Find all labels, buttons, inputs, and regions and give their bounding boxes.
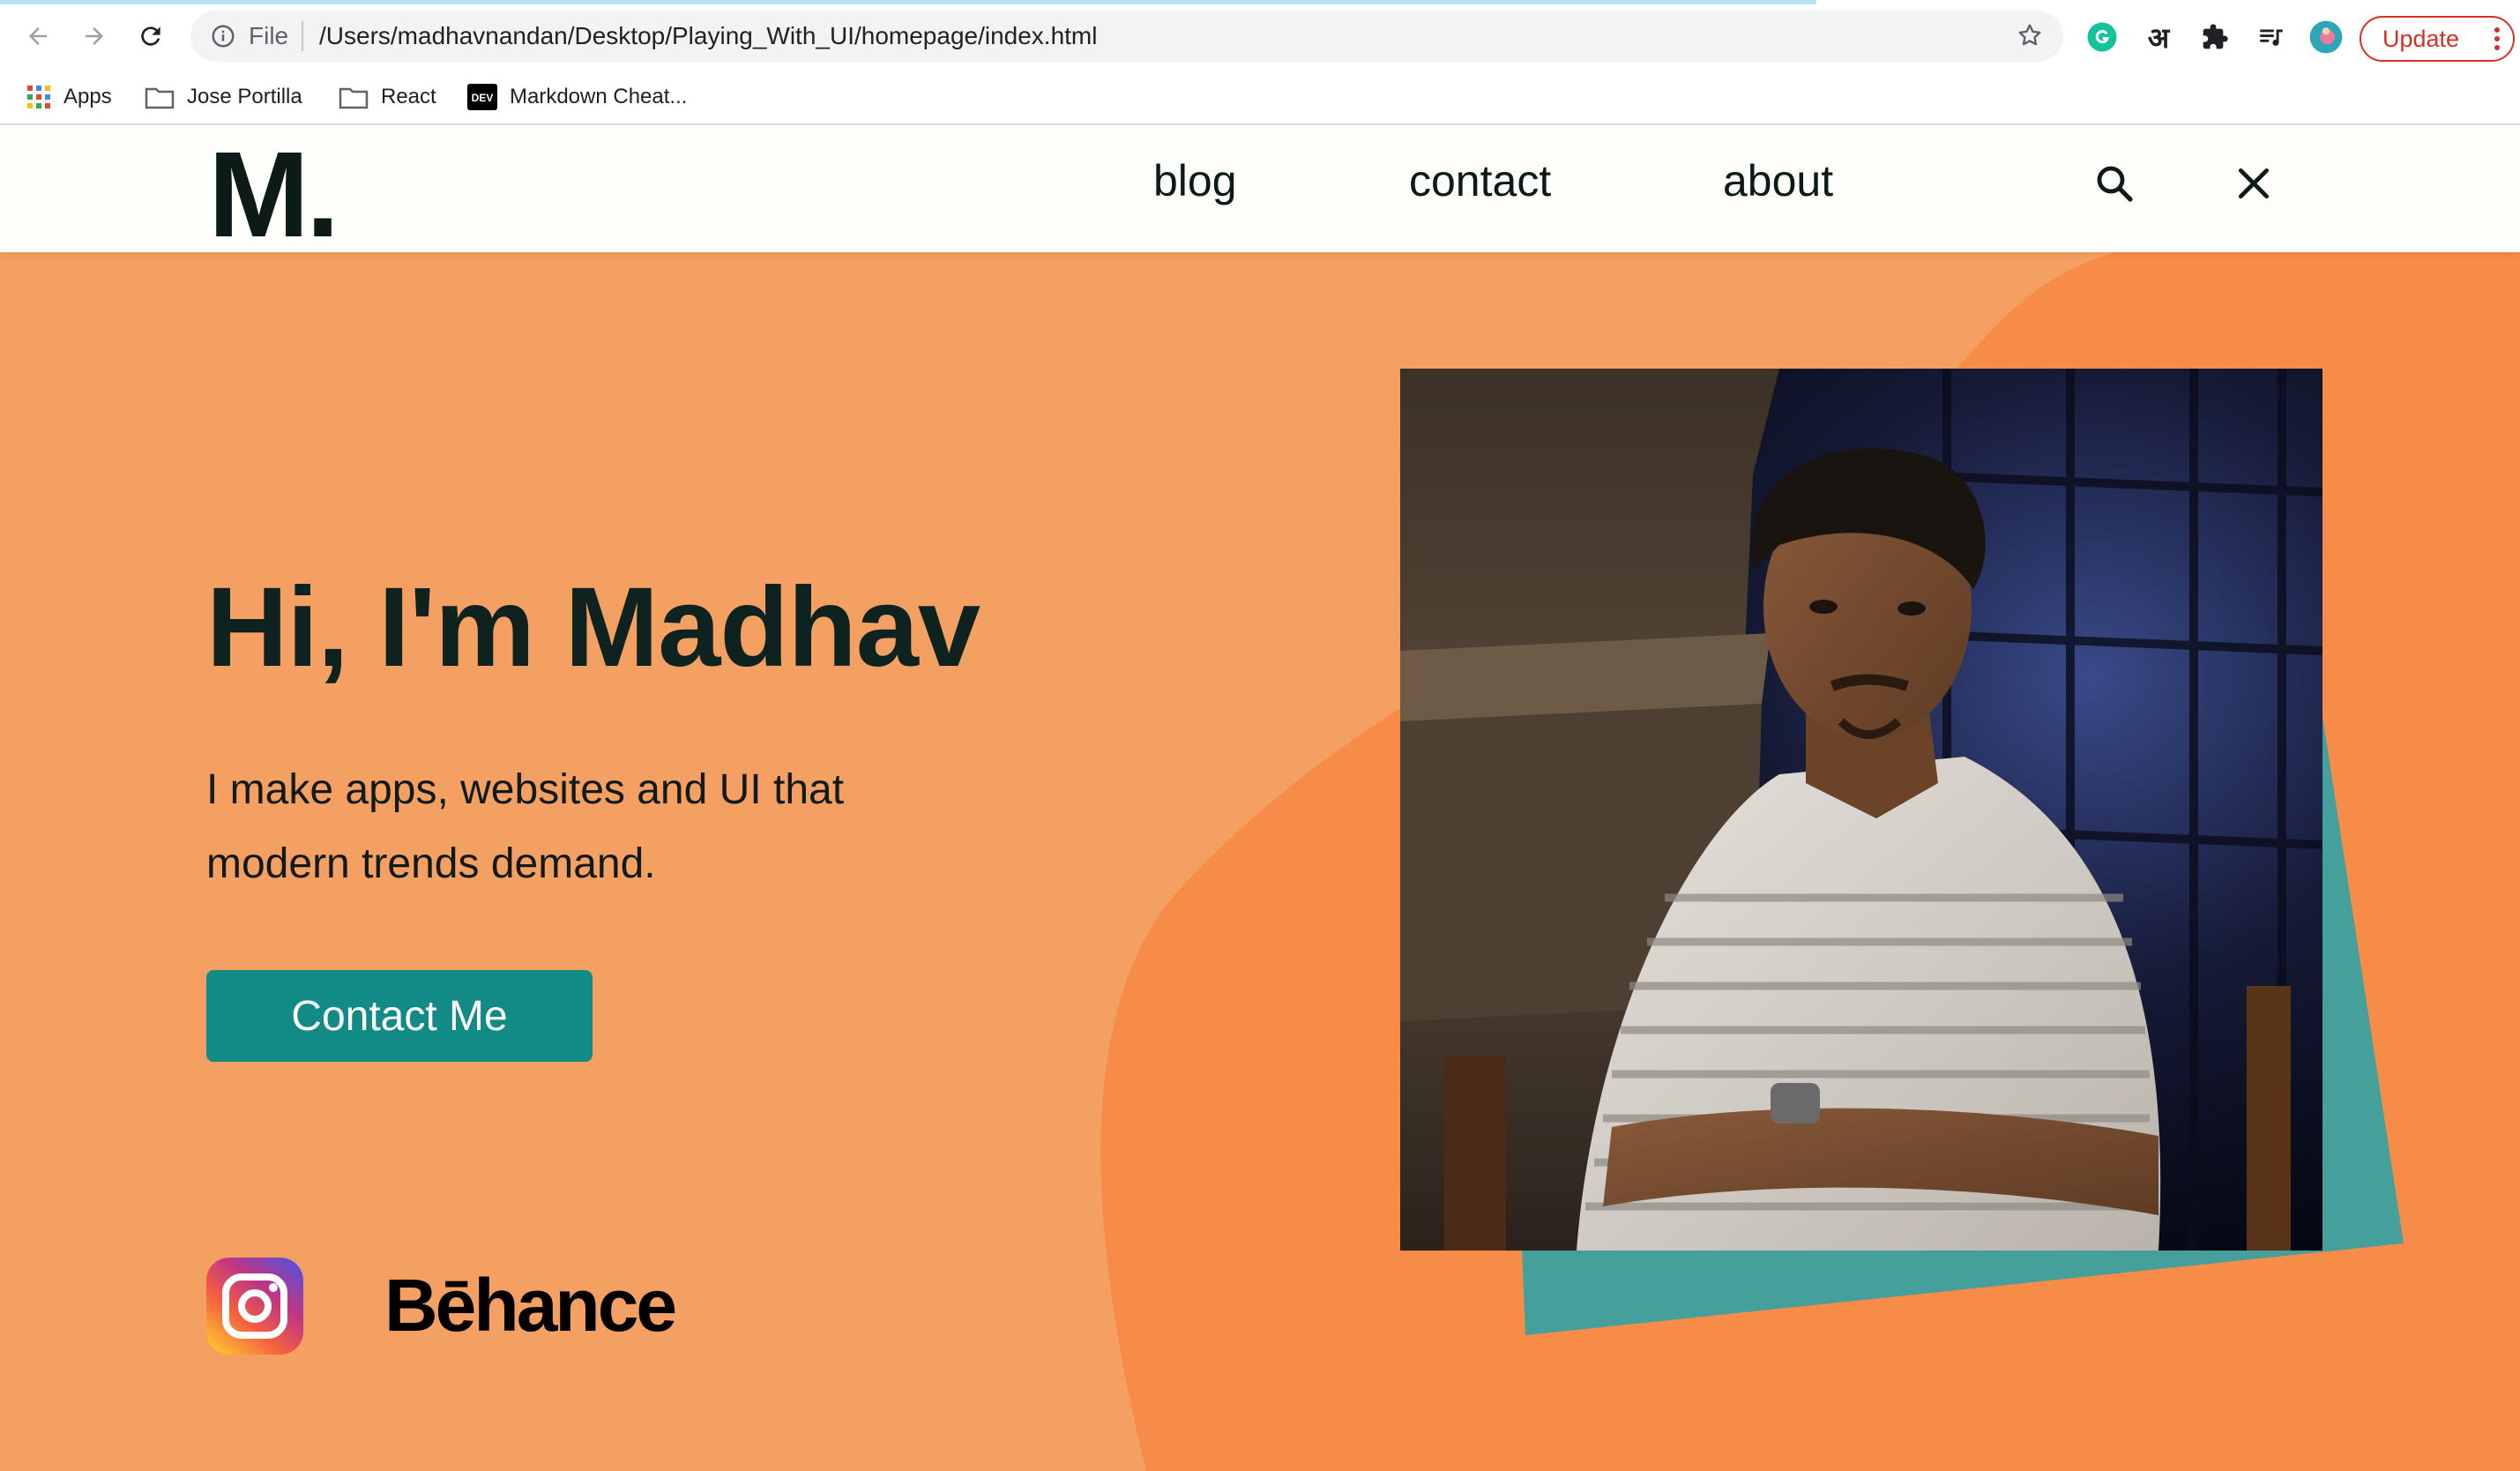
bookmark-markdown-cheat[interactable]: DEV Markdown Cheat...: [467, 71, 687, 123]
browser-chrome: File /Users/madhavnandan/Desktop/Playing…: [0, 0, 2520, 125]
search-icon[interactable]: [2088, 157, 2141, 210]
svg-text:DEV: DEV: [472, 92, 494, 104]
hindi-input-extension-icon[interactable]: अ: [2139, 18, 2178, 56]
instagram-icon[interactable]: [206, 1258, 303, 1355]
update-button[interactable]: Update: [2360, 16, 2515, 62]
bookmark-jose-portilla[interactable]: Jose Portilla: [145, 71, 302, 123]
forward-button[interactable]: [76, 18, 113, 55]
bookmark-label: Jose Portilla: [187, 85, 302, 108]
contact-me-button[interactable]: Contact Me: [206, 970, 593, 1062]
url-scheme-label: File: [249, 22, 289, 49]
profile-photo: [1400, 369, 2322, 1251]
bookmark-label: React: [381, 85, 436, 108]
profile-avatar-icon[interactable]: [2307, 18, 2345, 56]
reload-button[interactable]: [132, 18, 169, 55]
page-load-progress-bar: [0, 0, 1816, 4]
dev-logo-icon: DEV: [467, 84, 497, 110]
arrow-right-icon: [86, 27, 103, 45]
bookmark-label: Apps: [63, 85, 112, 108]
reload-icon: [141, 26, 160, 46]
grammarly-extension-icon[interactable]: [2083, 18, 2121, 56]
arrow-left-icon: [29, 27, 47, 45]
site-logo[interactable]: M.: [208, 134, 339, 256]
close-icon[interactable]: [2227, 157, 2280, 210]
url-separator: [302, 21, 303, 51]
update-label: Update: [2382, 25, 2460, 52]
extensions-puzzle-icon[interactable]: [2196, 18, 2234, 56]
browser-toolbar: File /Users/madhavnandan/Desktop/Playing…: [0, 5, 2520, 67]
address-bar[interactable]: File /Users/madhavnandan/Desktop/Playing…: [190, 11, 2063, 62]
site-info-icon[interactable]: [210, 23, 236, 54]
nav-link-blog[interactable]: blog: [1153, 155, 1237, 206]
nav-link-about[interactable]: about: [1723, 155, 1833, 206]
bookmarks-bar: Apps Jose Portilla React DEV Markdown Ch…: [0, 71, 2520, 123]
url-text[interactable]: /Users/madhavnandan/Desktop/Playing_With…: [319, 22, 1097, 50]
folder-icon: [339, 85, 369, 109]
hero-subline-line-2: modern trends demand.: [206, 840, 656, 887]
hero-headline: Hi, I'm Madhav: [206, 564, 980, 691]
media-queue-icon[interactable]: [2252, 18, 2291, 56]
nav-link-contact[interactable]: contact: [1409, 155, 1551, 206]
apps-grid-icon: [26, 85, 51, 109]
back-button[interactable]: [19, 18, 56, 55]
bookmark-react[interactable]: React: [339, 71, 436, 123]
hero-subline-line-1: I make apps, websites and UI that: [206, 766, 845, 813]
folder-icon: [145, 85, 175, 109]
bookmark-star-icon[interactable]: [2016, 21, 2044, 54]
bookmark-apps[interactable]: Apps: [26, 71, 112, 123]
behance-link[interactable]: Bēhance: [384, 1263, 677, 1348]
site-header: M. blog contact about: [0, 125, 2520, 256]
more-menu-icon[interactable]: [2494, 26, 2501, 57]
bookmark-label: Markdown Cheat...: [510, 85, 688, 108]
hero-section: Hi, I'm Madhav I make apps, websites and…: [0, 252, 2520, 1471]
